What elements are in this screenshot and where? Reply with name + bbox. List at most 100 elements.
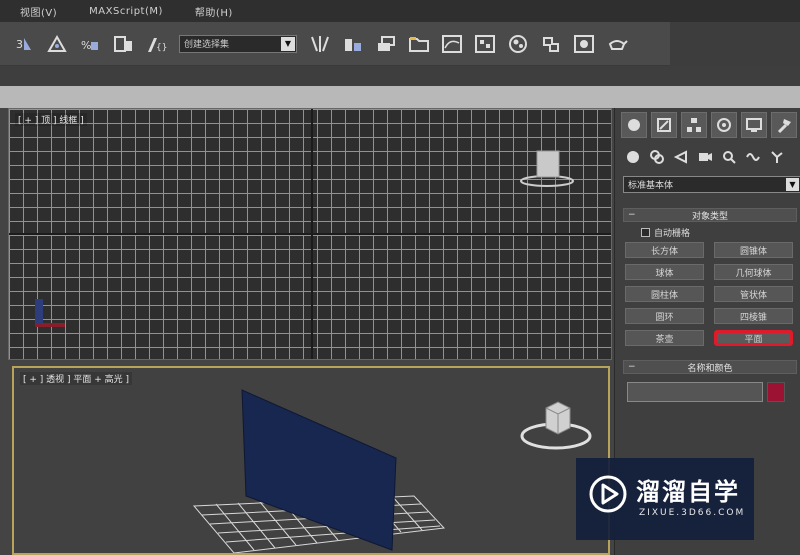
create-tab[interactable]: [621, 112, 647, 138]
menu-maxscript[interactable]: MAXScript(M): [77, 6, 175, 17]
geometry-type-value: 标准基本体: [628, 181, 674, 191]
hammer-icon: [777, 119, 791, 134]
cameras-category[interactable]: [695, 147, 715, 167]
percent-snap-icon: %: [81, 39, 98, 52]
spinner-snap-button[interactable]: [109, 30, 137, 58]
menu-view[interactable]: 视图(V): [8, 4, 69, 19]
selection-set-text: 创建选择集: [184, 40, 230, 50]
render-setup-button[interactable]: [537, 30, 565, 58]
autogrid-option[interactable]: 自动栅格: [641, 226, 690, 239]
object-color-swatch[interactable]: [767, 382, 785, 402]
edit-named-selection-button[interactable]: {}: [142, 30, 170, 58]
modify-tab[interactable]: [651, 112, 677, 138]
curve-editor-icon: [442, 34, 462, 53]
x-axis-line: [9, 233, 611, 235]
hierarchy-icon: [687, 118, 701, 132]
layers-icon: [378, 35, 395, 51]
graph-editor-button[interactable]: [438, 30, 466, 58]
dropdown-arrow-icon[interactable]: ▼: [281, 36, 295, 51]
create-category-icons: [623, 144, 795, 170]
shapes-category[interactable]: [647, 147, 667, 167]
watermark-title: 溜溜自学: [636, 478, 740, 506]
hierarchy-tab[interactable]: [681, 112, 707, 138]
play-logo-icon: [589, 475, 627, 513]
folder-icon: [409, 36, 429, 52]
motion-icon: [717, 118, 731, 132]
autogrid-checkbox[interactable]: [641, 228, 650, 237]
render-setup-icon: [543, 36, 559, 52]
material-editor-button[interactable]: [504, 30, 532, 58]
angle-snap-button[interactable]: [43, 30, 71, 58]
percent-snap-button[interactable]: %: [76, 30, 104, 58]
rendered-frame-button[interactable]: [570, 30, 598, 58]
schematic-icon: [475, 34, 495, 53]
sphere-button[interactable]: 球体: [625, 264, 704, 280]
axis-gizmo-icon: [35, 299, 65, 327]
viewcube-perspective[interactable]: [518, 398, 598, 456]
spinner-snap-icon: [114, 35, 132, 52]
tube-button[interactable]: 管状体: [714, 286, 793, 302]
systems-icon: [771, 151, 783, 163]
perspective-viewport[interactable]: [ + ] 透视 ] 平面 + 高光 ]: [12, 366, 610, 555]
name-color-title: 名称和颜色: [687, 363, 733, 374]
watermark: 溜溜自学 ZIXUE.3D66.COM: [576, 458, 754, 540]
camera-icon: [699, 153, 712, 161]
object-type-buttons: 长方体 圆锥体 球体 几何球体 圆柱体 管状体 圆环 四棱锥 茶壶 平面: [625, 242, 793, 346]
plane-object[interactable]: [174, 378, 454, 555]
object-type-rollout-header[interactable]: − 对象类型: [623, 208, 797, 222]
mirror-icon: [311, 35, 329, 52]
name-color-rollout-header[interactable]: − 名称和颜色: [623, 360, 797, 374]
geometry-category[interactable]: [623, 147, 643, 167]
plane-button[interactable]: 平面: [714, 330, 793, 346]
chevron-down-icon[interactable]: ▼: [786, 178, 799, 191]
spacewarps-category[interactable]: [743, 147, 763, 167]
main-toolbar: 3 % {} 创建选择集 ▼: [0, 22, 670, 66]
menu-help[interactable]: 帮助(H): [183, 4, 245, 19]
command-panel-tabs: [619, 112, 797, 140]
teapot-button[interactable]: 茶壶: [625, 330, 704, 346]
create-icon: [628, 119, 640, 131]
scene-explorer-button[interactable]: [405, 30, 433, 58]
watermark-url: ZIXUE.3D66.COM: [639, 508, 746, 518]
box-button[interactable]: 长方体: [625, 242, 704, 258]
systems-category[interactable]: [767, 147, 787, 167]
mirror-button[interactable]: [306, 30, 334, 58]
viewcube-top[interactable]: [517, 147, 577, 191]
render-button[interactable]: [603, 30, 631, 58]
viewport-label-perspective[interactable]: [ + ] 透视 ] 平面 + 高光 ]: [20, 372, 133, 385]
lights-category[interactable]: [671, 147, 691, 167]
collapse-icon: −: [628, 362, 636, 372]
toolbar-empty-area: [670, 22, 800, 66]
helper-icon: [723, 151, 736, 164]
menu-bar: 视图(V) MAXScript(M) 帮助(H): [0, 0, 800, 22]
svg-text:3: 3: [16, 38, 23, 51]
align-button[interactable]: [339, 30, 367, 58]
sphere-icon: [627, 151, 639, 163]
schematic-view-button[interactable]: [471, 30, 499, 58]
cylinder-button[interactable]: 圆柱体: [625, 286, 704, 302]
geometry-type-dropdown[interactable]: 标准基本体 ▼: [623, 176, 800, 193]
align-icon: [345, 38, 361, 51]
helpers-category[interactable]: [719, 147, 739, 167]
torus-button[interactable]: 圆环: [625, 308, 704, 324]
motion-tab[interactable]: [711, 112, 737, 138]
svg-text:{}: {}: [156, 43, 167, 53]
snap-icon: 3: [16, 37, 31, 51]
material-sphere-icon: [509, 34, 527, 53]
object-name-input[interactable]: [627, 382, 763, 402]
geosphere-button[interactable]: 几何球体: [714, 264, 793, 280]
collapse-icon: −: [628, 210, 636, 220]
display-tab[interactable]: [741, 112, 767, 138]
angle-snap-icon: [47, 34, 67, 52]
top-viewport[interactable]: [ + ] 顶 ] 线框 ]: [8, 108, 612, 360]
light-icon: [673, 150, 687, 164]
pyramid-button[interactable]: 四棱锥: [714, 308, 793, 324]
layer-manager-button[interactable]: [372, 30, 400, 58]
teapot-icon: [608, 39, 628, 50]
utilities-tab[interactable]: [771, 112, 797, 138]
snap-toggle-button[interactable]: 3: [10, 30, 38, 58]
modify-icon: [657, 118, 671, 132]
named-selection-set-dropdown[interactable]: 创建选择集 ▼: [179, 34, 297, 53]
cone-button[interactable]: 圆锥体: [714, 242, 793, 258]
viewport-label-top[interactable]: [ + ] 顶 ] 线框 ]: [15, 113, 87, 126]
